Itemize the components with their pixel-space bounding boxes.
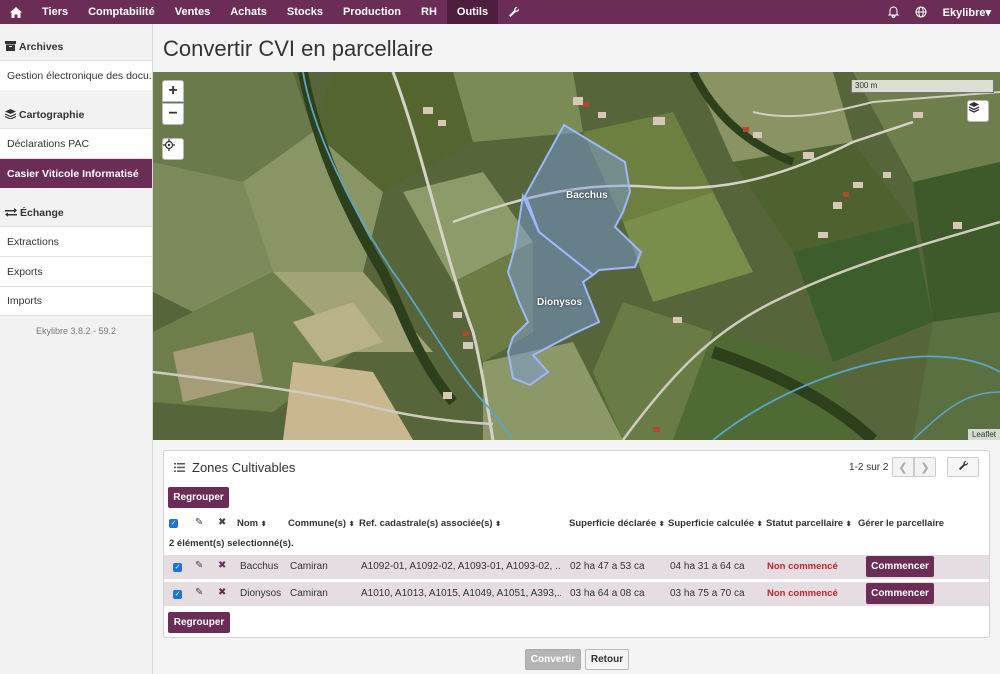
sidebar-item-exports[interactable]: Exports: [0, 256, 152, 286]
selection-count: 2 élément(s) selectionné(s).: [169, 538, 294, 549]
column-header-refs[interactable]: Ref. cadastrale(s) associée(s) ⬍: [359, 518, 501, 529]
sort-icon: ⬍: [756, 521, 763, 528]
nav-production[interactable]: Production: [333, 0, 411, 24]
zones-cultivables-panel: Zones Cultivables 1-2 sur 2 ❮ ❯ Regroupe…: [163, 450, 990, 638]
locate-button[interactable]: [162, 138, 184, 160]
nav-tiers[interactable]: Tiers: [32, 0, 78, 24]
status-badge: Non commencé: [767, 561, 838, 572]
chevron-left-icon: ❮: [898, 461, 908, 474]
cell-commune: Camiran: [290, 588, 328, 599]
list-settings-button[interactable]: [947, 457, 979, 477]
cell-superficie-calculee: 03 ha 75 a 70 ca: [670, 588, 745, 599]
sort-icon: ⬍: [845, 521, 852, 528]
convert-button[interactable]: Convertir: [525, 649, 581, 670]
top-navigation-bar: Tiers Comptabilité Ventes Achats Stocks …: [0, 0, 1000, 24]
previous-page-button[interactable]: ❮: [892, 457, 914, 477]
parcel-label-dionysos: Dionysos: [537, 297, 583, 308]
layer-switcher-button[interactable]: [967, 100, 989, 122]
column-header-communes[interactable]: Commune(s) ⬍: [288, 518, 355, 529]
chevron-right-icon: ❯: [920, 461, 930, 474]
select-all-checkbox[interactable]: ✓: [169, 519, 178, 528]
archive-icon: [5, 40, 16, 54]
delete-icon[interactable]: ✖: [218, 587, 226, 598]
column-header-superficie-calculee[interactable]: Superficie calculée ⬍: [668, 518, 763, 529]
table-row[interactable]: ✓ ✎ ✖ Bacchus Camiran A1092-01, A1092-02…: [164, 555, 989, 579]
sidebar-section-archives: Archives: [0, 34, 152, 60]
cell-refs: A1010, A1013, A1015, A1049, A1051, A393,…: [361, 588, 561, 599]
cell-nom: Bacchus: [240, 561, 279, 572]
sidebar-item-extractions[interactable]: Extractions: [0, 226, 152, 256]
nav-comptabilite[interactable]: Comptabilité: [78, 0, 165, 24]
cell-refs: A1092-01, A1092-02, A1093-01, A1093-02, …: [361, 561, 561, 572]
sidebar-item-cvi[interactable]: Casier Viticole Informatisé: [0, 158, 152, 188]
start-button[interactable]: Commencer: [866, 556, 934, 577]
map-view[interactable]: Bacchus Dionysos + − 300 m Leaflet: [153, 72, 1000, 440]
cell-commune: Camiran: [290, 561, 328, 572]
sort-icon: ⬍: [348, 521, 355, 528]
cell-superficie-declaree: 03 ha 64 a 08 ca: [570, 588, 645, 599]
status-badge: Non commencé: [767, 588, 838, 599]
parcel-label-bacchus: Bacchus: [566, 190, 608, 201]
map-attribution[interactable]: Leaflet: [967, 429, 1000, 440]
panel-title: Zones Cultivables: [174, 460, 295, 475]
exchange-icon: [5, 207, 17, 220]
row-checkbox[interactable]: ✓: [173, 563, 182, 572]
home-icon[interactable]: [0, 0, 32, 24]
sort-icon: ⬍: [495, 521, 502, 528]
delete-icon[interactable]: ✖: [218, 517, 226, 528]
column-header-gerer: Gérer le parcellaire: [858, 518, 945, 529]
page-title: Convertir CVI en parcellaire: [163, 36, 434, 61]
sidebar-section-title: Cartographie: [19, 109, 85, 121]
globe-icon[interactable]: [907, 0, 935, 24]
sidebar-item-ged[interactable]: Gestion électronique des docu...: [0, 60, 152, 90]
nav-achats[interactable]: Achats: [220, 0, 277, 24]
sidebar-section-echange: Échange: [0, 200, 152, 226]
cell-superficie-declaree: 02 ha 47 a 53 ca: [570, 561, 645, 572]
user-menu[interactable]: Ekylibre▾: [935, 0, 1000, 24]
row-checkbox[interactable]: ✓: [173, 590, 182, 599]
pagination-info: 1-2 sur 2: [849, 462, 889, 473]
pencil-icon[interactable]: ✎: [195, 560, 203, 571]
sort-icon: ⬍: [260, 521, 267, 528]
wrench-icon: [958, 460, 969, 474]
table-row[interactable]: ✓ ✎ ✖ Dionysos Camiran A1010, A1013, A10…: [164, 582, 989, 606]
next-page-button[interactable]: ❯: [914, 457, 936, 477]
column-header-superficie-declaree[interactable]: Superficie déclarée ⬍: [569, 518, 665, 529]
bell-icon[interactable]: [880, 0, 907, 24]
regroup-button-bottom[interactable]: Regrouper: [168, 612, 230, 633]
start-button[interactable]: Commencer: [866, 583, 934, 604]
nav-stocks[interactable]: Stocks: [277, 0, 333, 24]
nav-outils[interactable]: Outils: [446, 0, 499, 24]
back-button[interactable]: Retour: [585, 649, 629, 670]
sidebar-section-cartographie: Cartographie: [0, 102, 152, 128]
sidebar-item-declarations-pac[interactable]: Déclarations PAC: [0, 128, 152, 158]
app-version: Ekylibre 3.8.2 - 59.2: [35, 326, 117, 336]
sort-icon: ⬍: [658, 521, 665, 528]
sidebar-item-imports[interactable]: Imports: [0, 286, 152, 316]
zoom-out-button[interactable]: −: [162, 103, 184, 125]
nav-ventes[interactable]: Ventes: [165, 0, 220, 24]
pencil-icon[interactable]: ✎: [195, 587, 203, 598]
sidebar: Archives Gestion électronique des docu..…: [0, 24, 153, 674]
regroup-button-top[interactable]: Regrouper: [168, 487, 229, 508]
list-icon: [174, 461, 185, 475]
satellite-imagery: [153, 72, 1000, 440]
wrench-icon[interactable]: [498, 0, 530, 24]
delete-icon[interactable]: ✖: [218, 560, 226, 571]
sidebar-section-title: Archives: [19, 41, 64, 53]
column-header-statut[interactable]: Statut parcellaire ⬍: [766, 518, 852, 529]
map-scale: 300 m: [851, 80, 994, 93]
sidebar-section-title: Échange: [20, 207, 64, 219]
panel-title-text: Zones Cultivables: [192, 460, 296, 475]
cell-superficie-calculee: 04 ha 31 a 64 ca: [670, 561, 745, 572]
column-header-nom[interactable]: Nom ⬍: [237, 518, 267, 529]
zoom-in-button[interactable]: +: [162, 80, 184, 102]
layers-icon: [4, 108, 17, 122]
pencil-icon[interactable]: ✎: [195, 517, 203, 528]
nav-rh[interactable]: RH: [411, 0, 447, 24]
cell-nom: Dionysos: [240, 588, 282, 599]
